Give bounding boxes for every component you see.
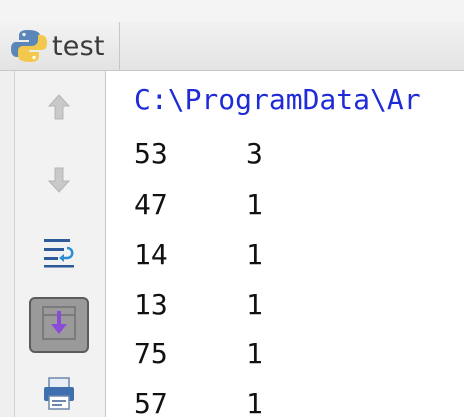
- up-arrow-icon: [46, 92, 72, 126]
- soft-wrap-icon: [39, 231, 79, 275]
- output-col-b: 1: [246, 188, 263, 221]
- output-col-a: 75: [134, 337, 168, 370]
- run-console-window: test C:\ProgramData\Ar 53 3 47 1 14 1 13…: [0, 0, 464, 417]
- output-row: 53 3: [134, 137, 263, 170]
- output-col-b: 1: [246, 387, 263, 417]
- soft-wrap-button[interactable]: [29, 225, 89, 281]
- console-toolbar: [15, 71, 106, 417]
- output-col-a: 47: [134, 188, 168, 221]
- output-col-b: 1: [246, 337, 263, 370]
- output-col-a: 53: [134, 137, 168, 170]
- tab-test[interactable]: test: [0, 22, 120, 70]
- down-arrow-button[interactable]: [29, 154, 89, 210]
- output-col-b: 3: [246, 137, 263, 170]
- print-icon: [40, 374, 78, 416]
- scroll-to-end-icon: [40, 304, 78, 346]
- output-col-a: 57: [134, 387, 168, 417]
- output-col-a: 13: [134, 288, 168, 321]
- down-arrow-icon: [46, 165, 72, 199]
- console-output: C:\ProgramData\Ar 53 3 47 1 14 1 13 1 75 1 57…: [106, 71, 464, 417]
- up-arrow-button[interactable]: [29, 81, 89, 137]
- scroll-to-end-button[interactable]: [29, 297, 89, 353]
- output-col-a: 14: [134, 238, 168, 271]
- python-icon: [8, 25, 50, 67]
- tab-label: test: [52, 30, 105, 62]
- output-row: 75 1: [134, 337, 263, 370]
- window-top-edge: [0, 0, 464, 23]
- interpreter-path: C:\ProgramData\Ar: [134, 83, 421, 116]
- output-col-b: 1: [246, 288, 263, 321]
- output-row: 47 1: [134, 188, 263, 221]
- output-row: 13 1: [134, 288, 263, 321]
- output-row: 57 1: [134, 387, 263, 417]
- output-col-b: 1: [246, 238, 263, 271]
- output-row: 14 1: [134, 238, 263, 271]
- left-gutter: [0, 71, 15, 417]
- tab-bar: test: [0, 22, 464, 71]
- print-button[interactable]: [29, 367, 89, 417]
